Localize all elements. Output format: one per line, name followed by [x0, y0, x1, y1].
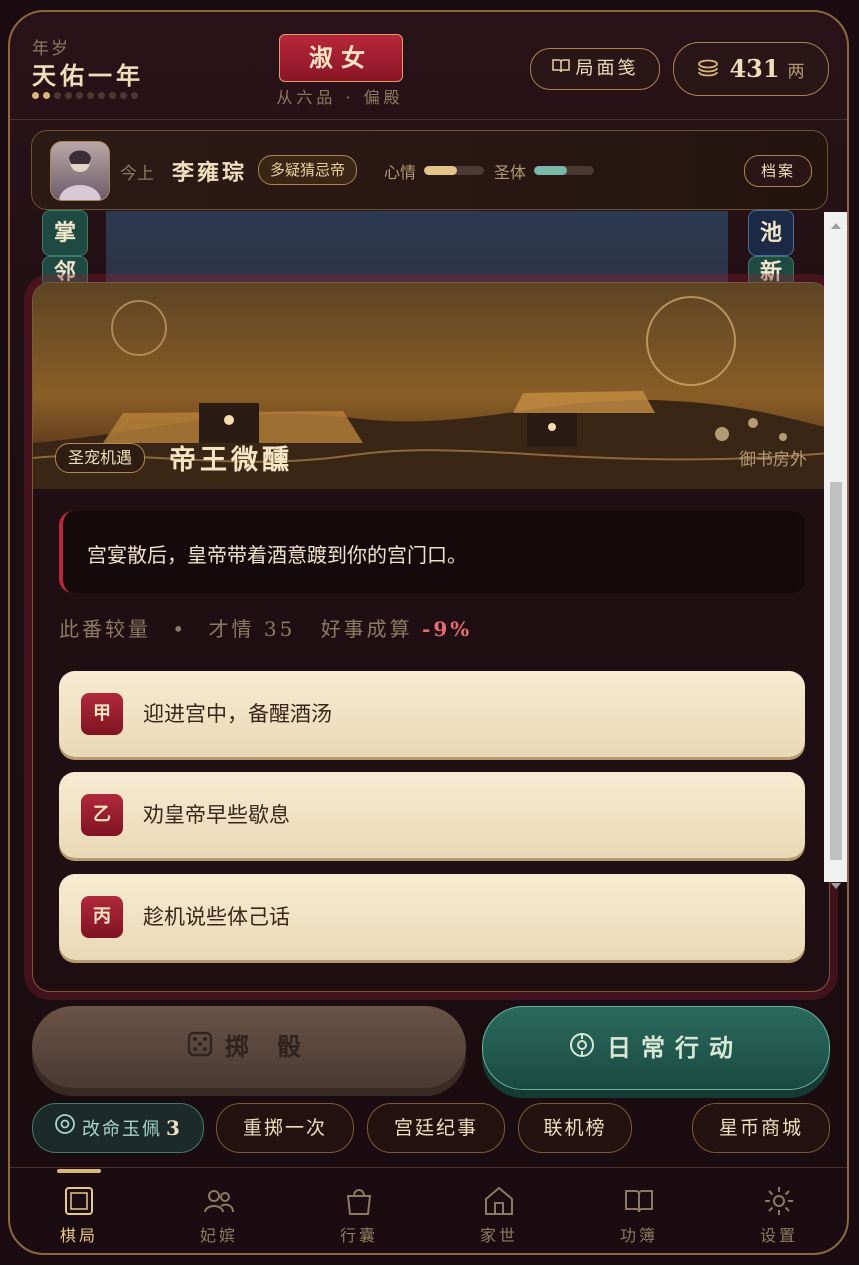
event-location: 御书房外	[739, 450, 807, 470]
odds-label: 好事成算	[320, 617, 413, 641]
dice-icon	[187, 1008, 213, 1090]
board-icon	[62, 1184, 96, 1218]
nav-active-indicator	[57, 1169, 101, 1173]
emperor-title: 今上	[120, 164, 154, 184]
health-label: 圣体	[494, 163, 527, 182]
rank-subtitle: 从六品 · 偏殿	[276, 88, 404, 107]
nav-label: 家世	[479, 1226, 518, 1245]
board-tile[interactable]: 掌	[42, 210, 88, 256]
fate-jade-count: 3	[166, 1116, 182, 1140]
nav-item-board[interactable]: 棋局	[34, 1184, 124, 1246]
mood-label: 心情	[384, 163, 417, 182]
nav-item-family[interactable]: 家世	[454, 1184, 544, 1246]
rank-badge: 淑女	[279, 34, 403, 82]
choice-badge: 乙	[81, 794, 123, 836]
coin-amount: 431	[729, 54, 780, 83]
house-icon	[482, 1184, 516, 1218]
health-bar	[534, 166, 594, 175]
coin-unit: 两	[787, 62, 805, 82]
emperor-avatar[interactable]	[50, 141, 110, 201]
nav-item-bag[interactable]: 行囊	[314, 1184, 404, 1246]
dossier-button[interactable]: 档案	[744, 155, 812, 187]
situation-notes-label: 局面笺	[575, 58, 639, 79]
leaderboard-button[interactable]: 联机榜	[518, 1103, 632, 1153]
daily-action-button[interactable]: 日常行动	[482, 1006, 830, 1090]
roll-dice-button[interactable]: 掷 骰	[32, 1006, 466, 1088]
stat-comparison: 此番较量 • 才情 35 好事成算 -9%	[59, 617, 473, 641]
daily-action-label: 日常行动	[607, 1033, 743, 1062]
compass-icon	[569, 1009, 595, 1091]
choice-option-a[interactable]: 甲 迎进宫中，备醒酒汤	[59, 671, 805, 757]
game-frame: 年岁 天佑一年 淑女 从六品 · 偏殿 局面笺 431 两 今上 李雍琮 多疑猜忌…	[8, 10, 849, 1255]
choice-badge: 甲	[81, 693, 123, 735]
choice-text: 趁机说些体己话	[143, 905, 290, 929]
event-illustration	[33, 283, 829, 489]
choice-option-c[interactable]: 丙 趁机说些体己话	[59, 874, 805, 960]
choice-text: 劝皇帝早些歇息	[143, 803, 290, 827]
mood-bar	[424, 166, 484, 175]
choice-text: 迎进宫中，备醒酒汤	[143, 702, 332, 726]
star-shop-button[interactable]: 星币商城	[692, 1103, 830, 1153]
event-description: 宫宴散后，皇帝带着酒意踱到你的宫门口。	[59, 511, 805, 593]
board-tile[interactable]: 池	[748, 210, 794, 256]
nav-label: 妃嫔	[199, 1226, 238, 1245]
reroll-button[interactable]: 重掷一次	[216, 1103, 354, 1153]
event-type-tag: 圣宠机遇	[55, 443, 146, 473]
people-icon	[202, 1184, 236, 1218]
situation-notes-button[interactable]: 局面笺	[530, 48, 660, 90]
odds-value: -9%	[422, 617, 473, 641]
emperor-card: 今上 李雍琮 多疑猜忌帝 心情 圣体 档案	[31, 130, 828, 210]
nav-divider	[10, 1167, 847, 1168]
event-title: 帝王微醺	[169, 445, 293, 476]
fate-jade-button[interactable]: 改命玉佩 3	[32, 1103, 204, 1153]
divider	[10, 119, 847, 120]
game-board-backdrop	[106, 211, 728, 291]
emperor-name: 李雍琮	[172, 160, 248, 186]
scrollbar[interactable]	[824, 212, 847, 889]
court-chronicle-button[interactable]: 宫廷纪事	[367, 1103, 505, 1153]
choice-option-b[interactable]: 乙 劝皇帝早些歇息	[59, 772, 805, 858]
book-icon	[551, 49, 570, 89]
coin-stack-icon	[697, 45, 719, 97]
year-name: 天佑一年	[32, 61, 144, 90]
gear-icon	[762, 1184, 796, 1218]
nav-item-settings[interactable]: 设置	[734, 1184, 824, 1246]
nav-label: 棋局	[59, 1226, 98, 1245]
bag-icon	[342, 1184, 376, 1218]
nav-label: 行囊	[339, 1226, 378, 1245]
book-icon	[622, 1184, 656, 1218]
compare-label: 此番较量	[59, 617, 151, 641]
year-progress-dots	[32, 92, 138, 99]
scrollbar-thumb[interactable]	[830, 482, 842, 860]
stat-value: 35	[263, 617, 296, 641]
nav-label: 功簿	[619, 1226, 658, 1245]
stat-label: 才情	[208, 617, 255, 641]
event-dialog: 圣宠机遇 帝王微醺 御书房外 宫宴散后，皇帝带着酒意踱到你的宫门口。 此番较量 …	[32, 282, 830, 992]
nav-item-consorts[interactable]: 妃嫔	[174, 1184, 264, 1246]
choice-badge: 丙	[81, 896, 123, 938]
roll-dice-label: 掷 骰	[224, 1032, 312, 1061]
nav-label: 设置	[759, 1226, 798, 1245]
event-description-text: 宫宴散后，皇帝带着酒意踱到你的宫门口。	[87, 543, 467, 567]
emperor-trait-badge: 多疑猜忌帝	[258, 155, 358, 185]
coin-counter[interactable]: 431 两	[673, 42, 829, 96]
jade-icon	[54, 1106, 76, 1154]
fate-jade-label: 改命玉佩	[82, 1119, 163, 1140]
nav-item-merits[interactable]: 功簿	[594, 1184, 684, 1246]
